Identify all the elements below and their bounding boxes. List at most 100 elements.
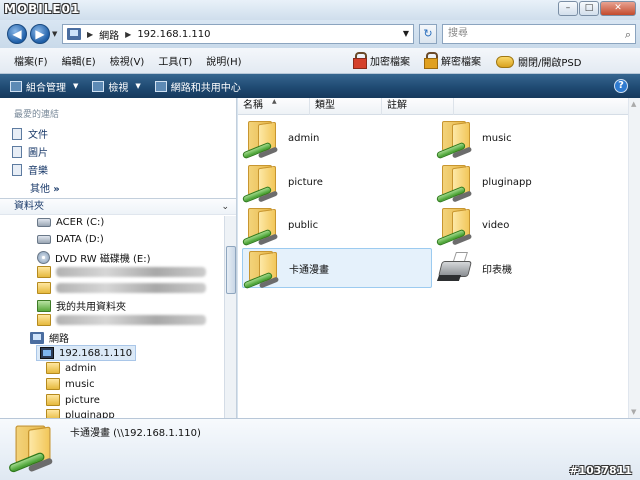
address-dropdown-icon[interactable]: ▼ [403,29,409,38]
share-picture[interactable]: picture [241,162,432,204]
share-pluginapp[interactable]: pluginapp [435,162,626,204]
address-row: ◀ ▶ ▼ ▶ 網路 ▶ 192.168.1.110 ▼ ↻ 搜尋 ⌕ [0,20,640,48]
tree-blurred-item[interactable] [37,266,206,278]
organize-label: 組合管理 [26,82,66,94]
shared-folder-icon [241,119,282,160]
share-comics[interactable]: 卡通漫畫 [242,248,432,290]
share-music-label: music [482,132,512,144]
sort-ascending-icon: ▲ [272,98,277,105]
column-name[interactable]: 名稱 ▲ [238,98,310,115]
share-comics-label: 卡通漫畫 [289,264,329,276]
favorite-documents[interactable]: 文件 [12,126,48,141]
search-input[interactable]: 搜尋 ⌕ [442,24,636,44]
tree-drive-d-label: DATA (D:) [56,234,104,245]
tree-drive-c-label: ACER (C:) [56,217,105,228]
drive-icon [37,218,51,227]
favorite-pictures-label: 圖片 [28,148,48,159]
breadcrumb-separator-icon[interactable]: ▶ [87,30,93,39]
address-bar[interactable]: ▶ 網路 ▶ 192.168.1.110 ▼ [62,24,414,44]
tree-child-music[interactable]: music [46,378,95,390]
file-list-scrollbar[interactable] [628,98,640,418]
share-public[interactable]: public [241,205,432,247]
blurred-text [56,267,206,277]
tree-child-label: music [65,378,95,390]
tree-child-admin[interactable]: admin [46,362,96,374]
menu-edit[interactable]: 編輯(E) [55,53,103,68]
shared-folder-icon [37,299,51,312]
network-center-button[interactable]: 網路和共用中心 [148,79,248,94]
favorite-pictures[interactable]: 圖片 [12,144,48,159]
more-favorites-link[interactable]: 其他 » [30,180,60,195]
network-center-icon [154,80,167,92]
share-music[interactable]: music [435,118,626,160]
tree-drive-e-label: DVD RW 磁碟機 (E:) [55,254,151,265]
drive-icon [37,235,51,244]
music-icon [12,163,22,176]
tree-child-pluginapp[interactable]: pluginapp [46,409,115,418]
views-label: 檢視 [108,82,129,94]
close-button[interactable]: ✕ [600,1,636,16]
share-admin-label: admin [288,132,320,144]
breadcrumb-host[interactable]: 192.168.1.110 [137,29,210,40]
tree-blurred-item[interactable] [37,314,206,326]
maximize-button[interactable]: □ [579,1,599,16]
column-type[interactable]: 類型 [310,98,382,115]
organize-button[interactable]: 組合管理 ▼ [0,79,85,94]
share-admin[interactable]: admin [241,118,432,160]
folder-icon [37,282,51,294]
network-icon [30,331,44,344]
help-icon[interactable]: ? [614,79,628,93]
scrollbar-thumb[interactable] [226,246,236,294]
window-controls: – □ ✕ [558,1,636,16]
tree-shared-folder[interactable]: 我的共用資料夾 [37,298,126,313]
search-icon[interactable]: ⌕ [625,26,631,44]
navigation-scrollbar[interactable] [224,216,236,418]
title-bar: MOBILE01 – □ ✕ [0,0,640,20]
dvd-icon [37,251,50,264]
tree-host[interactable]: 192.168.1.110 [36,345,137,361]
share-pluginapp-label: pluginapp [482,176,532,188]
menu-tools[interactable]: 工具(T) [151,53,199,68]
forward-button[interactable]: ▶ [30,24,50,44]
toggle-psd-button[interactable]: 關閉/開啟PSD [496,54,581,69]
details-pane: 卡通漫畫 (\\192.168.1.110) #1037811 [0,418,640,480]
refresh-button[interactable]: ↻ [419,24,437,44]
chevron-down-icon: ▼ [135,82,141,90]
blurred-text [56,315,206,325]
favorite-links-title: 最愛的連結 [14,110,60,120]
tree-blurred-item[interactable] [37,282,206,294]
folders-header[interactable]: 資料夾 ⌄ [0,198,236,215]
breadcrumb-separator-icon[interactable]: ▶ [125,30,131,39]
chevron-down-icon[interactable]: ⌄ [221,199,229,215]
unlock-icon [423,52,438,69]
decrypt-file-label: 解密檔案 [441,56,481,68]
column-comment[interactable]: 註解 [382,98,454,115]
selected-folder-icon [7,423,58,474]
breadcrumb-network[interactable]: 網路 [99,27,119,42]
tree-host-label: 192.168.1.110 [59,347,133,359]
tree-drive-c[interactable]: ACER (C:) [37,217,104,228]
share-video[interactable]: video [435,205,626,247]
views-button[interactable]: 檢視 ▼ [85,79,147,94]
tree-network[interactable]: 網路 [30,330,69,345]
encrypt-file-button[interactable]: 加密檔案 [352,52,410,69]
navigation-pane: 最愛的連結 文件 圖片 音樂 其他 » 資料夾 ⌄ ACER (C:) DATA… [0,98,237,418]
folder-icon [37,266,51,278]
back-button[interactable]: ◀ [7,24,27,44]
decrypt-file-button[interactable]: 解密檔案 [423,52,481,69]
favorite-music[interactable]: 音樂 [12,162,48,177]
menu-view[interactable]: 檢視(V) [103,53,152,68]
documents-icon [12,127,22,140]
menu-file[interactable]: 檔案(F) [0,53,55,68]
folder-icon [37,314,51,326]
menu-help[interactable]: 說明(H) [199,53,248,68]
network-icon [67,28,81,40]
column-comment-label: 註解 [387,100,407,111]
tree-drive-d[interactable]: DATA (D:) [37,234,104,245]
tree-drive-e[interactable]: DVD RW 磁碟機 (E:) [37,250,151,265]
share-printer[interactable]: 印表機 [436,248,626,288]
tree-child-picture[interactable]: picture [46,394,100,406]
blurred-text [56,283,206,293]
minimize-button[interactable]: – [558,1,578,16]
recent-pages-dropdown[interactable]: ▼ [52,30,57,38]
